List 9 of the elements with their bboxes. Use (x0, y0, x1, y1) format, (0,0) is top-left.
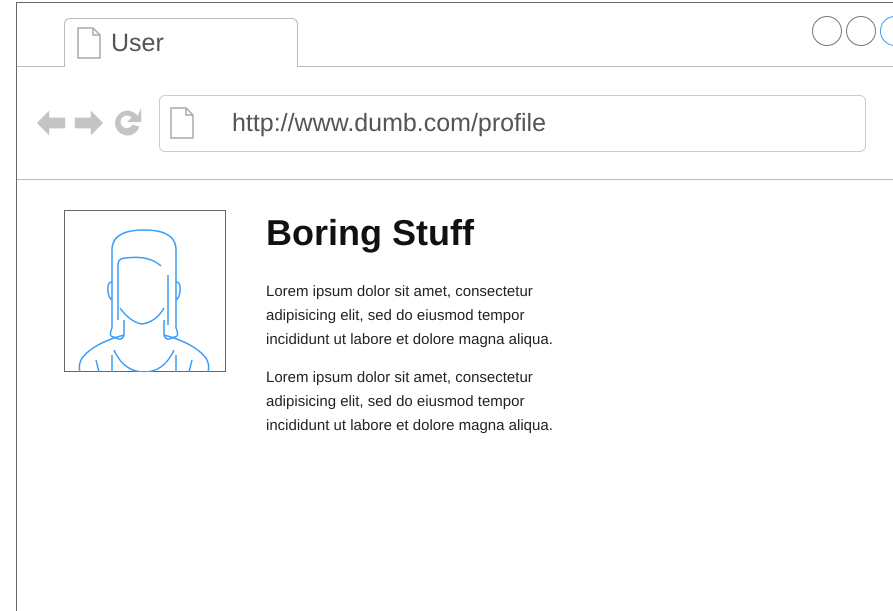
paragraph: Lorem ipsum dolor sit amet, consectetur adipisicing elit, sed do eiusmod tempor incididunt ut labore et dolore magna aliqua. (266, 282, 554, 350)
document-icon (170, 107, 194, 139)
window-control[interactable] (846, 16, 876, 46)
window-control[interactable] (812, 16, 842, 46)
address-field[interactable]: http://www.dumb.com/profile (159, 94, 866, 152)
browser-tab[interactable]: User (64, 18, 298, 67)
paragraph: Lorem ipsum dolor sit amet, consectetur adipisicing elit, sed do eiusmod tempor incididunt ut labore et dolore magna aliqua. (266, 368, 554, 436)
document-icon (77, 27, 101, 59)
profile-heading: Boring Stuff (266, 212, 475, 254)
